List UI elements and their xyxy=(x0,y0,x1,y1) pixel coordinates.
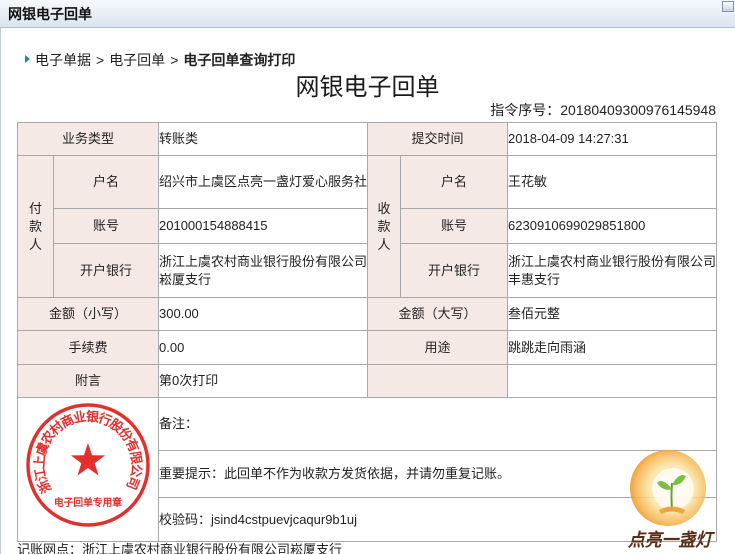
breadcrumb-separator: > xyxy=(96,52,105,68)
business-type-value: 转账类 xyxy=(158,122,369,156)
payee-label: 收款人 xyxy=(377,200,391,252)
table-row: 附言 第0次打印 xyxy=(16,364,718,398)
empty-label-cell xyxy=(367,364,509,398)
breadcrumb: 电子单据 > 电子回单 > 电子回单查询打印 xyxy=(25,51,295,69)
remark-label: 备注： xyxy=(159,416,199,431)
payee-bank-value: 浙江上虞农村商业银行股份有限公司丰惠支行 xyxy=(507,243,718,298)
receipt-table: 业务类型 转账类 提交时间 2018-04-09 14:27:31 付款人 户名… xyxy=(16,122,718,542)
table-row: 开户银行 浙江上虞农村商业银行股份有限公司崧厦支行 开户银行 浙江上虞农村商业银… xyxy=(18,243,718,298)
booking-branch: 记账网点：浙江上虞农村商业银行股份有限公司崧厦支行 xyxy=(17,542,342,554)
payer-label: 付款人 xyxy=(29,200,43,252)
charity-logo-watermark: 点亮一盏灯 xyxy=(627,450,716,551)
booking-branch-value: 浙江上虞农村商业银行股份有限公司崧厦支行 xyxy=(82,542,343,554)
window-control-icon[interactable] xyxy=(722,1,734,12)
purpose-label: 用途 xyxy=(367,330,509,365)
payee-bank-label: 开户银行 xyxy=(400,243,509,298)
payer-group-label: 付款人 xyxy=(17,155,54,298)
remark-row: 备注： xyxy=(158,397,718,451)
instruction-number-value: 20180409300976145948 xyxy=(560,102,716,118)
fee-label: 手续费 xyxy=(16,330,160,365)
seal-cell: 浙江上虞农村商业银行股份有限公司 电子回单专用章 xyxy=(16,397,160,542)
table-row: 业务类型 转账类 提交时间 2018-04-09 14:27:31 xyxy=(16,122,718,156)
submit-time-value: 2018-04-09 14:27:31 xyxy=(507,122,718,156)
payee-account-label: 账号 xyxy=(400,208,509,244)
postscript-label: 附言 xyxy=(16,364,160,398)
breadcrumb-link-documents[interactable]: 电子单据 xyxy=(35,52,91,68)
empty-value-cell xyxy=(507,364,718,398)
logo-inner-circle xyxy=(652,468,694,510)
amount-upper-label: 金额（大写） xyxy=(367,297,509,331)
table-row: 金额（小写） 300.00 金额（大写） 叁佰元整 xyxy=(16,297,718,331)
window-title: 网银电子回单 xyxy=(8,6,92,22)
breadcrumb-current: 电子回单查询打印 xyxy=(183,52,296,68)
logo-sprout-stem xyxy=(670,482,673,510)
seal-center-text: 电子回单专用章 xyxy=(54,496,122,509)
amount-lower-value: 300.00 xyxy=(158,297,369,331)
payer-account-value: 201000154888415 xyxy=(158,208,369,244)
amount-upper-value: 叁佰元整 xyxy=(507,297,718,331)
payee-name-value: 王花敏 xyxy=(507,155,718,209)
breadcrumb-separator: > xyxy=(170,52,179,68)
check-code-value: jsind4cstpuevjcaqur9b1uj xyxy=(211,511,358,527)
table-row: 账号 201000154888415 账号 623091069902985180… xyxy=(18,208,718,244)
payer-name-value: 绍兴市上虞区点亮一盏灯爱心服务社 xyxy=(158,155,369,209)
instruction-number-label: 指令序号： xyxy=(490,102,561,118)
table-row: 付款人 户名 绍兴市上虞区点亮一盏灯爱心服务社 收款人 户名 王花敏 xyxy=(17,155,718,298)
check-code-label: 校验码： xyxy=(159,511,212,527)
payer-bank-value: 浙江上虞农村商业银行股份有限公司崧厦支行 xyxy=(158,243,369,298)
booking-branch-label: 记账网点： xyxy=(17,542,83,554)
seal-star-icon xyxy=(70,442,106,476)
breadcrumb-arrow-icon xyxy=(25,55,30,63)
breadcrumb-link-receipts[interactable]: 电子回单 xyxy=(109,52,165,68)
logo-text: 点亮一盏灯 xyxy=(627,530,716,551)
window-titlebar: 网银电子回单 xyxy=(0,0,735,28)
payer-name-label: 户名 xyxy=(52,155,160,209)
payee-group-label: 收款人 xyxy=(367,155,402,298)
bank-seal-stamp: 浙江上虞农村商业银行股份有限公司 电子回单专用章 xyxy=(26,402,150,527)
submit-time-label: 提交时间 xyxy=(367,122,509,156)
table-row: 浙江上虞农村商业银行股份有限公司 电子回单专用章 备注： xyxy=(16,397,718,542)
purpose-value: 跳跳走向雨涵 xyxy=(507,330,718,365)
payer-account-label: 账号 xyxy=(52,208,160,244)
receipt-title: 网银电子回单 xyxy=(295,74,440,101)
payee-account-value: 6230910699029851800 xyxy=(507,208,718,244)
payee-name-label: 户名 xyxy=(400,155,509,209)
instruction-number: 指令序号：20180409300976145948 xyxy=(490,102,716,118)
payer-bank-label: 开户银行 xyxy=(52,243,160,298)
fee-value: 0.00 xyxy=(158,330,369,365)
table-row: 手续费 0.00 用途 跳跳走向雨涵 xyxy=(16,330,718,365)
postscript-value: 第0次打印 xyxy=(158,364,369,398)
amount-lower-label: 金额（小写） xyxy=(16,297,160,331)
business-type-label: 业务类型 xyxy=(16,122,160,156)
